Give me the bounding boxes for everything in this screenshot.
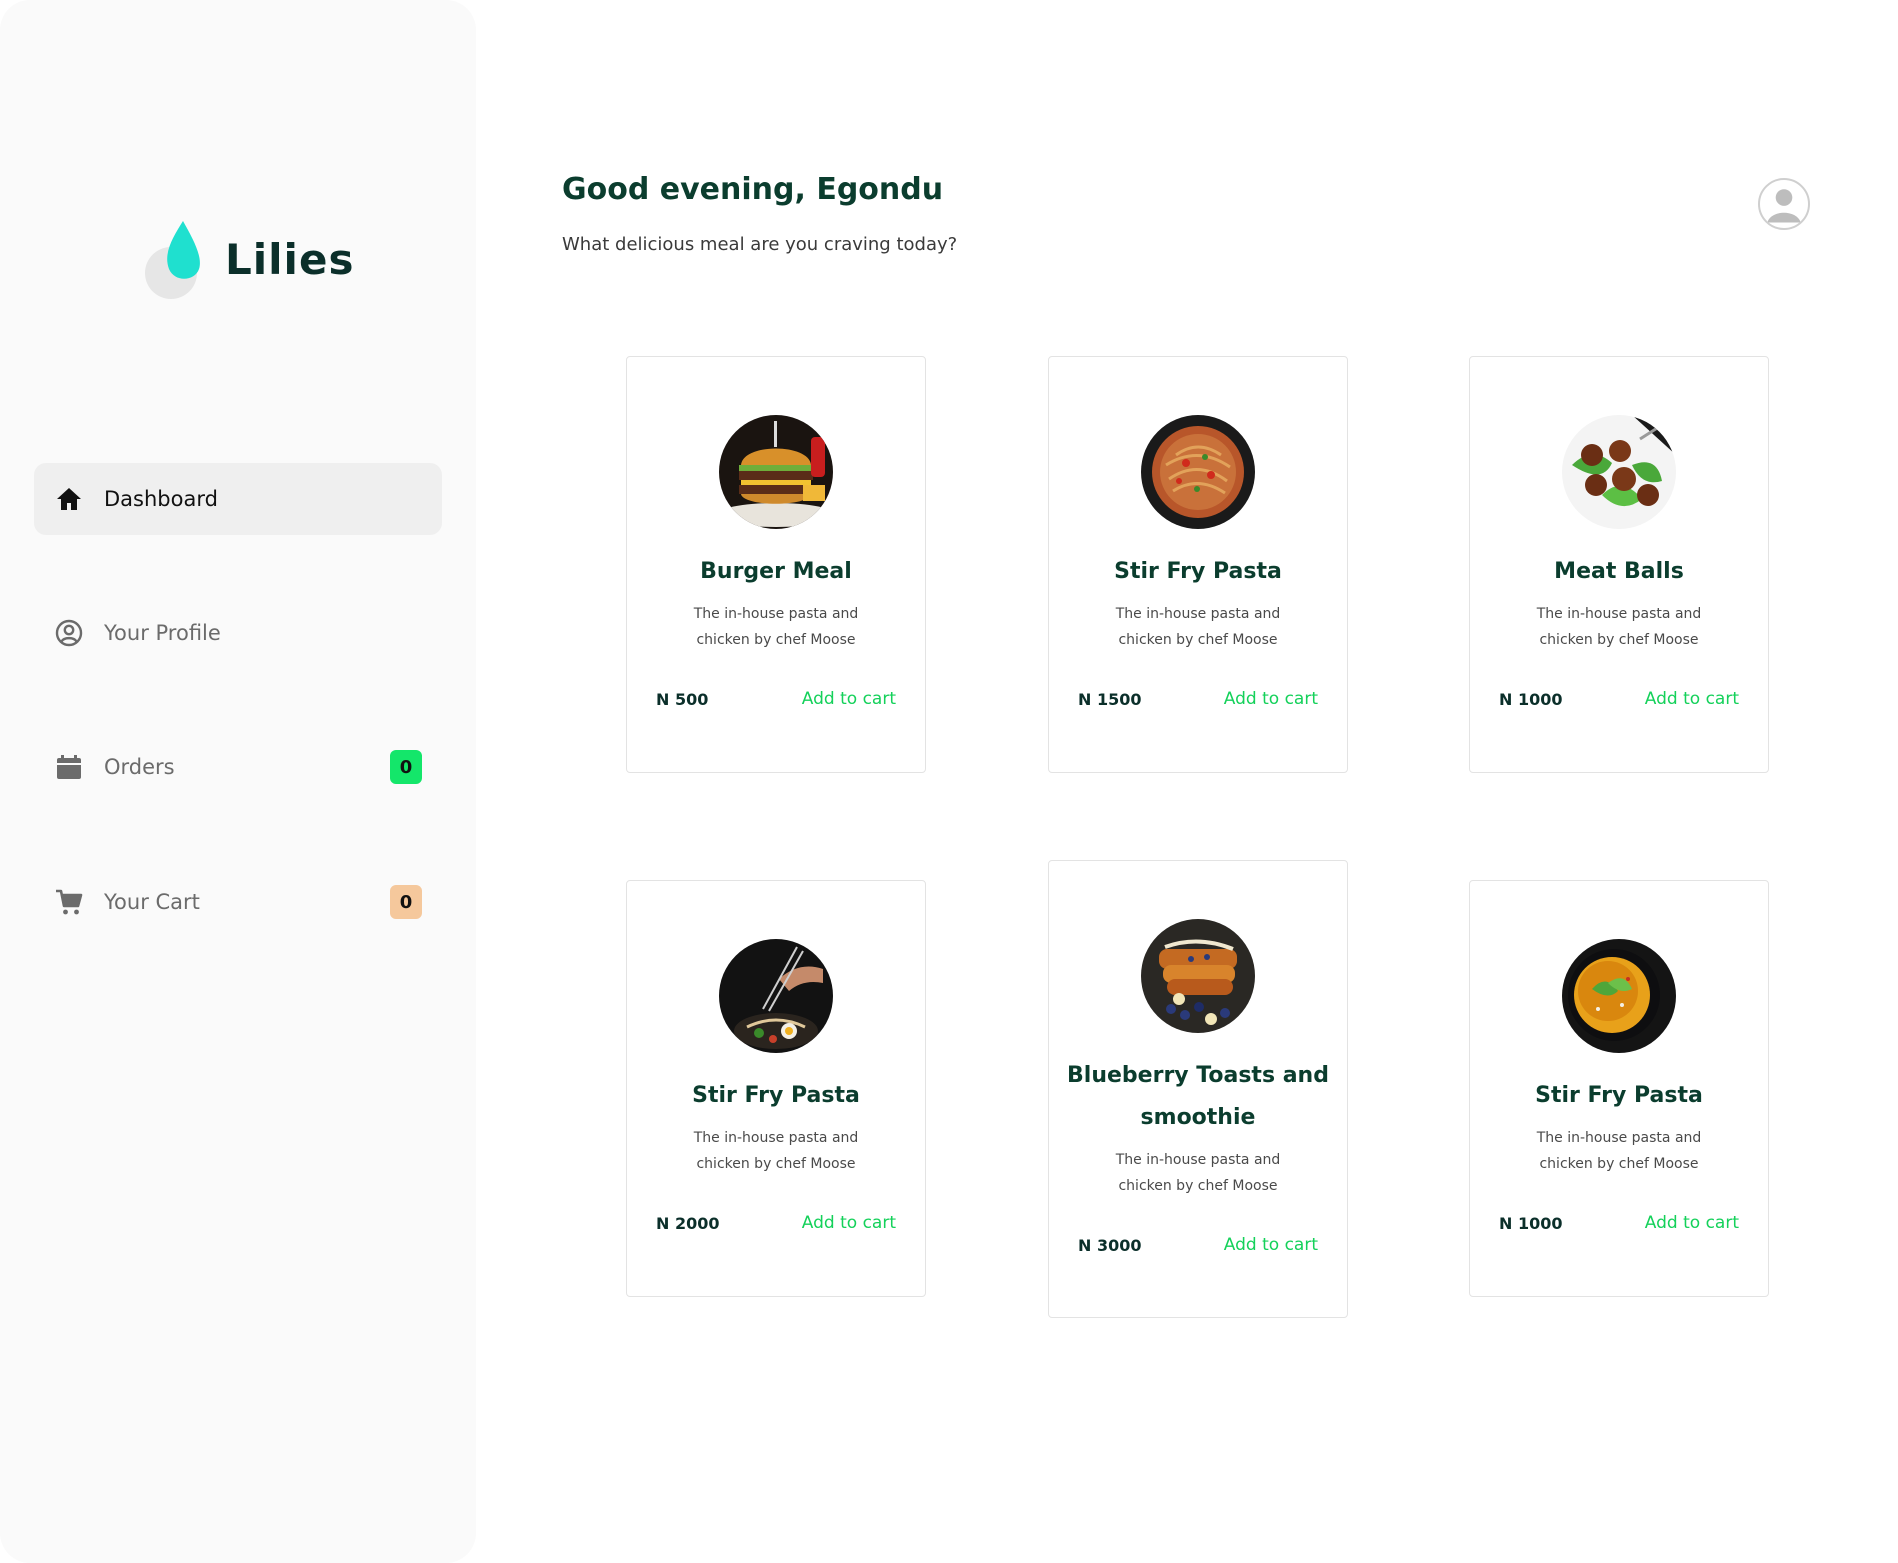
drop-logo-icon [145, 221, 200, 299]
meal-card[interactable]: Meat Balls The in-house pasta and chicke… [1469, 356, 1769, 773]
meal-price: N 1000 [1499, 1213, 1563, 1233]
meal-price: N 1500 [1078, 689, 1142, 709]
page-title: Good evening, Egondu [562, 172, 944, 207]
page-subtitle: What delicious meal are you craving toda… [562, 234, 958, 255]
meal-description: The in-house pasta and chicken by chef M… [1536, 1130, 1702, 1172]
user-circle-icon [54, 618, 84, 648]
sidebar-item-orders[interactable]: Orders 0 [34, 731, 442, 803]
soup-image [1562, 939, 1676, 1053]
sidebar: Lilies Dashboard Your Profile Orders 0 Y… [0, 0, 476, 1563]
meal-card-footer: N 2000 Add to cart [656, 1213, 896, 1233]
meal-card-footer: N 1000 Add to cart [1499, 689, 1739, 709]
meal-description: The in-house pasta and chicken by chef M… [693, 1130, 859, 1172]
meal-price: N 500 [656, 689, 709, 709]
meal-card-footer: N 3000 Add to cart [1078, 1235, 1318, 1255]
sidebar-item-label: Dashboard [104, 487, 218, 511]
meatballs-image [1562, 415, 1676, 529]
add-to-cart-button[interactable]: Add to cart [802, 689, 896, 709]
meal-card[interactable]: Stir Fry Pasta The in-house pasta and ch… [1469, 880, 1769, 1297]
meal-description: The in-house pasta and chicken by chef M… [1536, 606, 1702, 648]
sidebar-item-cart[interactable]: Your Cart 0 [34, 866, 442, 938]
pasta-image [1141, 415, 1255, 529]
add-to-cart-button[interactable]: Add to cart [1224, 689, 1318, 709]
burger-image [719, 415, 833, 529]
meal-card[interactable]: Blueberry Toasts and smoothie The in-hou… [1048, 860, 1348, 1318]
meal-name: Burger Meal [700, 559, 852, 584]
add-to-cart-button[interactable]: Add to cart [802, 1213, 896, 1233]
sidebar-item-label: Orders [104, 755, 175, 779]
meal-description: The in-house pasta and chicken by chef M… [693, 606, 859, 648]
brand-logo[interactable]: Lilies [133, 217, 354, 301]
meal-price: N 3000 [1078, 1235, 1142, 1255]
meal-price: N 1000 [1499, 689, 1563, 709]
blueberry-toast-image [1141, 919, 1255, 1033]
meal-card-footer: N 1000 Add to cart [1499, 1213, 1739, 1233]
cart-count-badge: 0 [390, 885, 422, 919]
meal-description: The in-house pasta and chicken by chef M… [1115, 1152, 1281, 1194]
add-to-cart-button[interactable]: Add to cart [1645, 1213, 1739, 1233]
add-to-cart-button[interactable]: Add to cart [1645, 689, 1739, 709]
brand-name: Lilies [225, 234, 355, 284]
orders-count-badge: 0 [390, 750, 422, 784]
noodle-bowl-image [719, 939, 833, 1053]
sidebar-item-label: Your Cart [104, 890, 200, 914]
meal-name: Blueberry Toasts and smoothie [1067, 1063, 1329, 1130]
avatar[interactable] [1758, 178, 1810, 230]
meal-card[interactable]: Stir Fry Pasta The in-house pasta and ch… [626, 880, 926, 1297]
meal-name: Stir Fry Pasta [1535, 1083, 1703, 1108]
meal-card-footer: N 500 Add to cart [656, 689, 896, 709]
meal-description: The in-house pasta and chicken by chef M… [1115, 606, 1281, 648]
cart-icon [54, 887, 84, 917]
meal-card[interactable]: Stir Fry Pasta The in-house pasta and ch… [1048, 356, 1348, 773]
sidebar-item-dashboard[interactable]: Dashboard [34, 463, 442, 535]
meal-card-footer: N 1500 Add to cart [1078, 689, 1318, 709]
meal-name: Stir Fry Pasta [692, 1083, 860, 1108]
meal-price: N 2000 [656, 1213, 720, 1233]
sidebar-item-label: Your Profile [104, 621, 221, 645]
calendar-icon [54, 752, 84, 782]
add-to-cart-button[interactable]: Add to cart [1224, 1235, 1318, 1255]
sidebar-item-profile[interactable]: Your Profile [34, 597, 442, 669]
user-avatar-icon [1767, 189, 1801, 223]
meal-card[interactable]: Burger Meal The in-house pasta and chick… [626, 356, 926, 773]
home-icon [54, 484, 84, 514]
meal-name: Stir Fry Pasta [1114, 559, 1282, 584]
meal-name: Meat Balls [1554, 559, 1684, 584]
